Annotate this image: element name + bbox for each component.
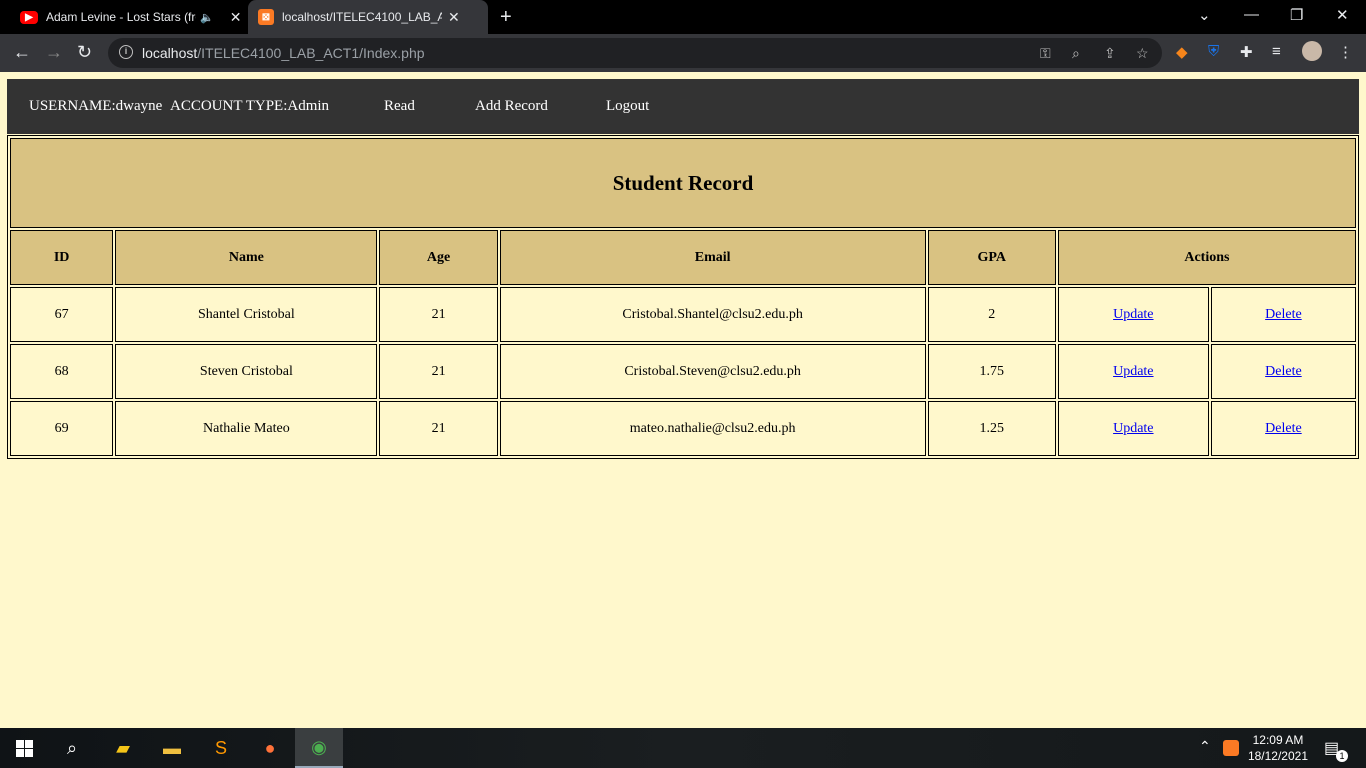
cell-age: 21 [379, 344, 498, 399]
file-explorer-icon[interactable]: ▬ [148, 728, 196, 768]
media-control-icon[interactable]: ≡ [1272, 43, 1281, 60]
zoom-icon[interactable]: ⌕ [1072, 45, 1080, 62]
browser-menu-icon[interactable]: ⋮ [1338, 43, 1353, 61]
cell-update: Update [1057, 344, 1209, 399]
share-icon[interactable]: ⇪ [1104, 45, 1116, 62]
youtube-icon: ▶ [20, 10, 38, 24]
cell-delete: Delete [1210, 287, 1356, 342]
xampp-tray-icon[interactable] [1223, 740, 1239, 756]
delete-link[interactable]: Delete [1265, 307, 1302, 322]
notification-count-badge: 1 [1336, 750, 1348, 762]
cell-gpa: 2 [927, 287, 1056, 342]
cell-update: Update [1057, 287, 1209, 342]
xampp-icon: ⊠ [258, 9, 274, 25]
close-tab-icon[interactable]: ✕ [448, 9, 460, 26]
header-actions: Actions [1057, 230, 1356, 285]
url-path: /ITELEC4100_LAB_ACT1/Index.php [197, 45, 425, 61]
cell-id: 67 [10, 287, 114, 342]
sublime-text-icon[interactable]: S [197, 728, 245, 768]
bitwarden-icon[interactable]: ⛨ [1208, 43, 1219, 60]
chevron-up-icon[interactable]: ⌃ [1199, 738, 1211, 755]
cell-gpa: 1.75 [927, 344, 1056, 399]
forward-icon[interactable]: → [45, 42, 63, 62]
cell-email: Cristobal.Shantel@clsu2.edu.ph [499, 287, 926, 342]
chrome-icon[interactable]: ◉ [295, 728, 343, 768]
speaker-icon[interactable]: 🔈 [200, 11, 214, 24]
start-button[interactable] [0, 728, 48, 768]
close-window-icon[interactable]: ✕ [1336, 6, 1349, 24]
header-gpa: GPA [927, 230, 1056, 285]
cell-email: mateo.nathalie@clsu2.edu.ph [499, 401, 926, 456]
cell-name: Shantel Cristobal [115, 287, 378, 342]
cell-gpa: 1.25 [927, 401, 1056, 456]
cell-name: Nathalie Mateo [115, 401, 378, 456]
system-clock[interactable]: 12:09 AM 18/12/2021 [1248, 732, 1308, 764]
table-row: 69 Nathalie Mateo 21 mateo.nathalie@clsu… [10, 401, 1356, 456]
browser-tab-youtube[interactable]: ▶ Adam Levine - Lost Stars (fro 🔈 ✕ [10, 0, 248, 34]
header-name: Name [115, 230, 378, 285]
cell-name: Steven Cristobal [115, 344, 378, 399]
table-row: 68 Steven Cristobal 21 Cristobal.Steven@… [10, 344, 1356, 399]
browser-toolbar: ← → ↻ i localhost/ITELEC4100_LAB_ACT1/In… [0, 34, 1366, 72]
update-link[interactable]: Update [1113, 421, 1153, 436]
key-icon[interactable]: ⚿ [1040, 45, 1051, 62]
account-type-label: ACCOUNT TYPE:Admin [170, 98, 330, 114]
close-tab-icon[interactable]: ✕ [230, 9, 242, 26]
header-email: Email [499, 230, 926, 285]
minimize-icon[interactable]: — [1244, 6, 1259, 23]
username-label: USERNAME:dwayne [29, 98, 163, 114]
tab-title: localhost/ITELEC4100_LAB_ACT1/ [282, 10, 442, 24]
header-id: ID [10, 230, 114, 285]
url-host: localhost [142, 45, 198, 61]
reload-icon[interactable]: ↻ [77, 42, 92, 62]
table-row: 67 Shantel Cristobal 21 Cristobal.Shante… [10, 287, 1356, 342]
clock-date: 18/12/2021 [1247, 749, 1308, 763]
bookmark-star-icon[interactable]: ☆ [1136, 45, 1149, 62]
cell-delete: Delete [1210, 401, 1356, 456]
extensions-puzzle-icon[interactable]: ✚ [1240, 43, 1253, 61]
delete-link[interactable]: Delete [1265, 421, 1302, 436]
cell-id: 69 [10, 401, 114, 456]
site-info-icon[interactable]: i [119, 45, 133, 59]
sticky-notes-icon[interactable]: ▰ [99, 728, 147, 768]
tab-search-icon[interactable]: ⌄ [1198, 6, 1211, 24]
windows-logo-icon [15, 739, 33, 757]
delete-link[interactable]: Delete [1265, 364, 1302, 379]
restore-icon[interactable]: ❐ [1290, 6, 1303, 24]
table-title: Student Record [10, 138, 1356, 228]
header-age: Age [379, 230, 498, 285]
cell-age: 21 [379, 287, 498, 342]
tab-title: Adam Levine - Lost Stars (fro [46, 10, 196, 24]
nav-add-record-link[interactable]: Add Record [475, 98, 548, 115]
metamask-icon[interactable]: ◆ [1176, 43, 1188, 61]
cell-email: Cristobal.Steven@clsu2.edu.ph [499, 344, 926, 399]
table-header-row: ID Name Age Email GPA Actions [10, 230, 1356, 285]
page-navbar: USERNAME:dwayne ACCOUNT TYPE:Admin Read … [7, 79, 1359, 134]
update-link[interactable]: Update [1113, 364, 1153, 379]
firefox-icon[interactable]: ● [246, 728, 294, 768]
update-link[interactable]: Update [1113, 307, 1153, 322]
cell-age: 21 [379, 401, 498, 456]
cell-delete: Delete [1210, 344, 1356, 399]
browser-tab-localhost[interactable]: ⊠ localhost/ITELEC4100_LAB_ACT1/ ✕ [248, 0, 488, 34]
search-icon[interactable]: ⌕ [48, 728, 96, 768]
url-text[interactable]: localhost/ITELEC4100_LAB_ACT1/Index.php [142, 45, 425, 61]
nav-read-link[interactable]: Read [384, 98, 415, 115]
nav-logout-link[interactable]: Logout [606, 98, 649, 115]
student-record-table: Student Record ID Name Age Email GPA Act… [7, 135, 1359, 459]
back-icon[interactable]: ← [13, 42, 31, 62]
cell-update: Update [1057, 401, 1209, 456]
profile-avatar[interactable] [1302, 41, 1322, 61]
clock-time: 12:09 AM [1252, 733, 1304, 747]
browser-tabstrip: ▶ Adam Levine - Lost Stars (fro 🔈 ✕ ⊠ lo… [0, 0, 1366, 34]
cell-id: 68 [10, 344, 114, 399]
new-tab-icon[interactable]: + [500, 6, 512, 29]
os-taskbar: ⌕ ▰ ▬ S ● ◉ ⌃ 12:09 AM 18/12/2021 ▤ 1 [0, 728, 1366, 768]
address-bar[interactable]: i localhost/ITELEC4100_LAB_ACT1/Index.ph… [108, 38, 1162, 68]
